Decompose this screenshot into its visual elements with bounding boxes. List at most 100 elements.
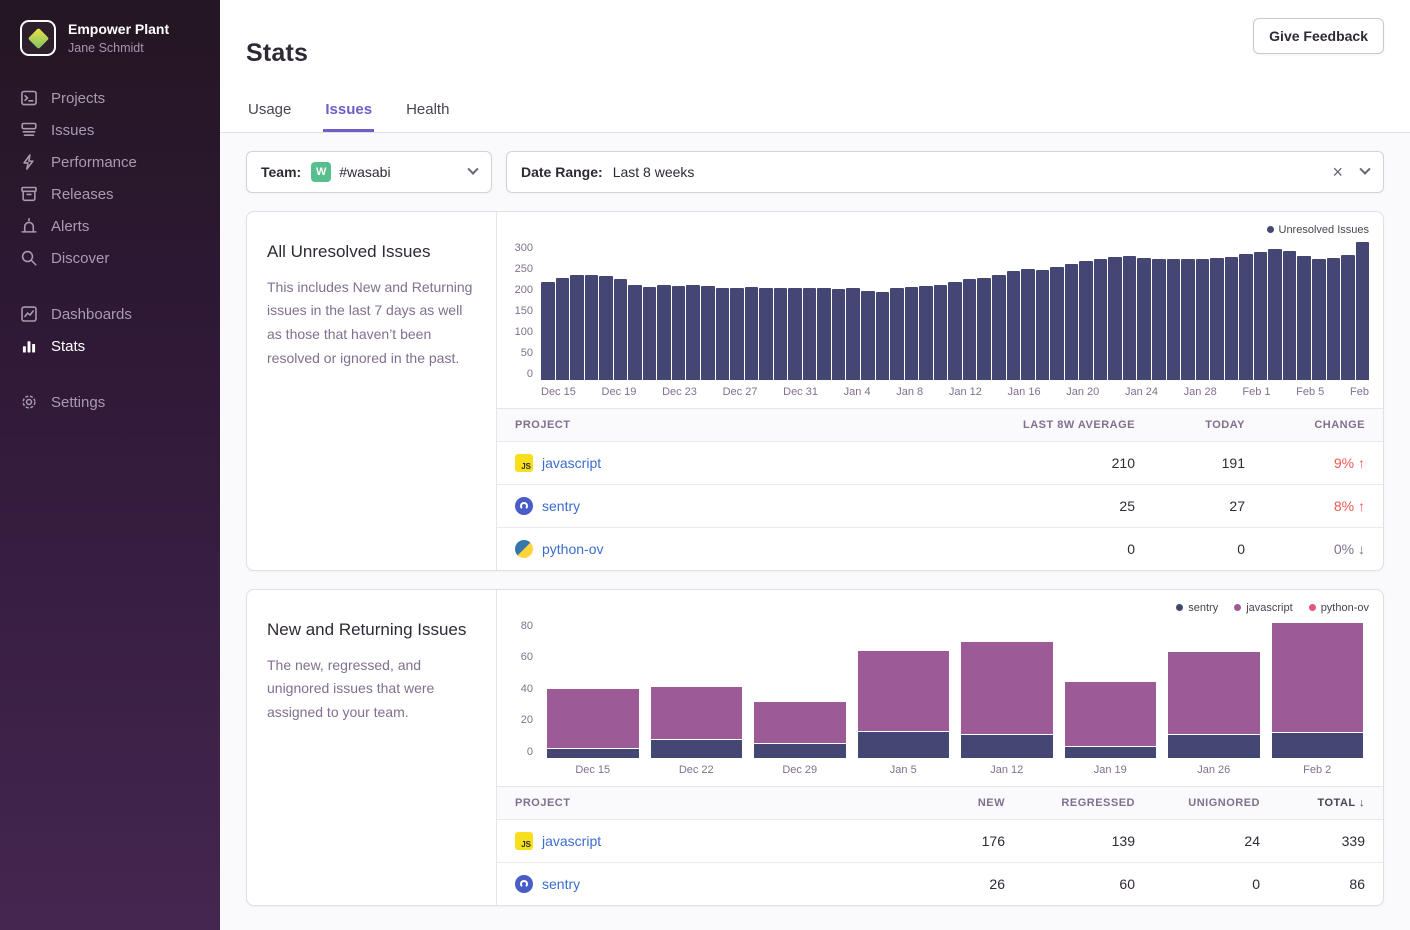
table-row: JS javascript 176 139 24 339 <box>497 819 1383 862</box>
sidebar-item-label: Performance <box>51 154 137 171</box>
sentry-icon <box>515 497 533 515</box>
avg-value: 210 <box>965 455 1135 471</box>
sidebar-item-issues[interactable]: Issues <box>20 114 200 146</box>
stacked-bar <box>754 620 846 758</box>
stacked-bar <box>547 620 639 758</box>
chevron-down-icon[interactable] <box>1359 163 1370 174</box>
project-link-javascript[interactable]: JS javascript <box>515 454 965 472</box>
chart-legend: sentry javascript python-ov <box>507 602 1369 614</box>
stacked-bar <box>961 620 1053 758</box>
sidebar-item-label: Dashboards <box>51 306 132 323</box>
table-header-row: PROJECT NEW REGRESSED UNIGNORED TOTAL ↓ <box>497 786 1383 819</box>
stacked-bars-plot <box>541 620 1369 758</box>
panel-description-column: New and Returning Issues The new, regres… <box>247 590 497 905</box>
sidebar-item-label: Releases <box>51 186 114 203</box>
clear-icon[interactable]: × <box>1332 163 1343 181</box>
table-header-row: PROJECT LAST 8W AVERAGE TODAY CHANGE <box>497 408 1383 441</box>
sidebar-item-label: Issues <box>51 122 94 139</box>
sidebar-item-label: Discover <box>51 250 109 267</box>
sort-down-icon: ↓ <box>1359 797 1365 809</box>
user-name: Jane Schmidt <box>68 41 169 55</box>
total-value: 339 <box>1260 833 1365 849</box>
date-range-value: Last 8 weeks <box>613 164 695 180</box>
sidebar-item-label: Projects <box>51 90 105 107</box>
avg-value: 25 <box>965 498 1135 514</box>
org-name: Empower Plant <box>68 21 169 39</box>
sentry-icon <box>515 875 533 893</box>
total-value: 86 <box>1260 876 1365 892</box>
change-value: 8% ↑ <box>1245 498 1365 514</box>
project-link-sentry[interactable]: sentry <box>515 497 965 515</box>
col-regressed[interactable]: REGRESSED <box>1005 797 1135 809</box>
panel-title: New and Returning Issues <box>267 620 476 640</box>
stacked-bar <box>1272 620 1364 758</box>
team-selector[interactable]: Team: W #wasabi <box>246 151 492 193</box>
page-title: Stats <box>246 35 308 68</box>
project-link-javascript[interactable]: JS javascript <box>515 832 890 850</box>
tab-bar: Usage Issues Health <box>246 101 1384 132</box>
panel-title: All Unresolved Issues <box>267 242 476 262</box>
col-project[interactable]: PROJECT <box>515 419 965 431</box>
new-returning-chart: sentry javascript python-ov 806040200 Dec … <box>497 590 1383 786</box>
stack-icon <box>20 121 38 139</box>
trend-up-icon: ↑ <box>1358 455 1365 471</box>
legend-sentry[interactable]: sentry <box>1176 602 1218 614</box>
col-total-sorted[interactable]: TOTAL ↓ <box>1260 797 1365 809</box>
sidebar-item-stats[interactable]: Stats <box>20 330 200 362</box>
today-value: 191 <box>1135 455 1245 471</box>
date-range-selector[interactable]: Date Range: Last 8 weeks × <box>506 151 1384 193</box>
stacked-bar <box>1065 620 1157 758</box>
chevron-down-icon[interactable] <box>467 163 478 174</box>
sidebar-item-releases[interactable]: Releases <box>20 178 200 210</box>
new-returning-table: PROJECT NEW REGRESSED UNIGNORED TOTAL ↓ … <box>497 786 1383 905</box>
legend-unresolved-issues[interactable]: Unresolved Issues <box>1267 224 1370 236</box>
terminal-icon <box>20 89 38 107</box>
sidebar-item-performance[interactable]: Performance <box>20 146 200 178</box>
table-row: JS javascript 210 191 9% ↑ <box>497 441 1383 484</box>
col-new[interactable]: NEW <box>890 797 1005 809</box>
tab-usage[interactable]: Usage <box>246 101 293 132</box>
sidebar-item-alerts[interactable]: Alerts <box>20 210 200 242</box>
page-header: Stats Give Feedback Usage Issues Health <box>220 0 1410 133</box>
panel-description-column: All Unresolved Issues This includes New … <box>247 212 497 570</box>
trend-down-icon: ↓ <box>1358 541 1365 557</box>
col-avg[interactable]: LAST 8W AVERAGE <box>965 419 1135 431</box>
sidebar-item-settings[interactable]: Settings <box>20 386 200 418</box>
today-value: 27 <box>1135 498 1245 514</box>
regressed-value: 139 <box>1005 833 1135 849</box>
regressed-value: 60 <box>1005 876 1135 892</box>
x-axis-labels: Dec 15Dec 22Dec 29Jan 5Jan 12Jan 19Jan 2… <box>541 764 1369 776</box>
y-axis-labels: 806040200 <box>507 620 541 758</box>
legend-javascript[interactable]: javascript <box>1234 602 1292 614</box>
new-value: 26 <box>890 876 1005 892</box>
col-change[interactable]: CHANGE <box>1245 419 1365 431</box>
sidebar-item-discover[interactable]: Discover <box>20 242 200 274</box>
javascript-icon: JS <box>515 454 533 472</box>
sidebar-item-projects[interactable]: Projects <box>20 82 200 114</box>
y-axis-labels: 300250200150100500 <box>507 242 541 380</box>
unresolved-issues-table: PROJECT LAST 8W AVERAGE TODAY CHANGE JS … <box>497 408 1383 570</box>
new-returning-issues-panel: New and Returning Issues The new, regres… <box>246 589 1384 906</box>
content: Team: W #wasabi Date Range: Last 8 weeks… <box>220 133 1410 930</box>
tab-issues[interactable]: Issues <box>323 101 374 132</box>
col-today[interactable]: TODAY <box>1135 419 1245 431</box>
tab-health[interactable]: Health <box>404 101 451 132</box>
col-project[interactable]: PROJECT <box>515 797 890 809</box>
team-label: Team: <box>261 164 301 180</box>
unresolved-issues-panel: All Unresolved Issues This includes New … <box>246 211 1384 571</box>
sidebar-item-dashboards[interactable]: Dashboards <box>20 298 200 330</box>
col-unignored[interactable]: UNIGNORED <box>1135 797 1260 809</box>
org-switcher[interactable]: Empower Plant Jane Schmidt <box>0 16 220 56</box>
legend-python-ov[interactable]: python-ov <box>1309 602 1369 614</box>
project-link-python-ov[interactable]: python-ov <box>515 540 965 558</box>
sidebar-item-label: Alerts <box>51 218 89 235</box>
give-feedback-button[interactable]: Give Feedback <box>1253 18 1384 54</box>
javascript-icon: JS <box>515 832 533 850</box>
panel-description: This includes New and Returning issues i… <box>267 276 476 371</box>
sidebar-item-label: Stats <box>51 338 85 355</box>
project-link-sentry[interactable]: sentry <box>515 875 890 893</box>
trend-up-icon: ↑ <box>1358 498 1365 514</box>
team-avatar: W <box>311 162 331 182</box>
sidebar-nav: Projects Issues Performance Releases Ale… <box>0 82 220 418</box>
sidebar: Empower Plant Jane Schmidt Projects Issu… <box>0 0 220 930</box>
